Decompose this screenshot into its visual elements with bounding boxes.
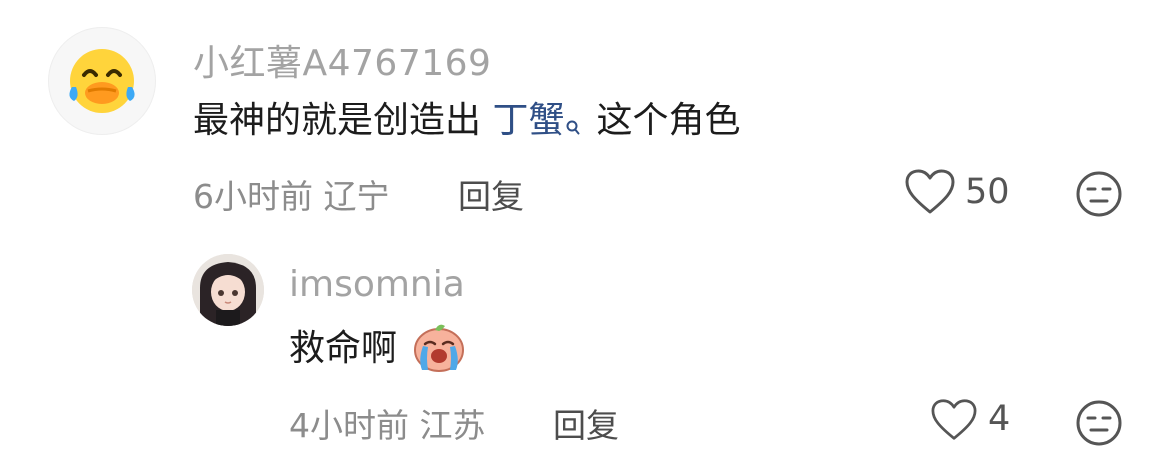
heart-icon[interactable] — [904, 168, 956, 216]
heart-icon[interactable] — [930, 398, 978, 442]
reply-button[interactable]: 回复 — [458, 170, 524, 218]
comment-time: 6小时前 — [193, 177, 313, 216]
crying-peach-sticker-icon — [408, 318, 470, 378]
comment-text-after: 这个角色 — [596, 100, 741, 141]
comment-meta: 6小时前 辽宁 — [193, 170, 390, 218]
unhappy-face-icon[interactable] — [1074, 398, 1124, 448]
comment-time: 4小时前 — [289, 406, 409, 445]
comment-location: 江苏 — [419, 406, 486, 445]
comment-text-before: 最神的就是创造出 — [193, 100, 482, 141]
comment-text: 救命啊 — [289, 328, 398, 369]
user-avatar[interactable] — [48, 27, 156, 135]
comment-text: 最神的就是创造出 丁蟹 这个角色 — [193, 99, 741, 147]
comment-location: 辽宁 — [323, 177, 390, 216]
anime-girl-avatar — [192, 254, 264, 326]
unhappy-face-icon[interactable] — [1074, 169, 1124, 219]
reply-button[interactable]: 回复 — [553, 399, 619, 447]
laughing-duck-emoji-icon — [69, 49, 135, 113]
comment-meta: 4小时前 江苏 — [289, 399, 486, 447]
search-icon — [566, 103, 580, 147]
search-keyword-link[interactable]: 丁蟹 — [492, 100, 564, 141]
user-avatar[interactable] — [192, 254, 264, 326]
comment-username[interactable]: 小红薯A4767169 — [193, 34, 491, 86]
like-count: 4 — [988, 399, 1011, 439]
comment-username[interactable]: imsomnia — [289, 264, 465, 305]
like-count: 50 — [965, 172, 1010, 212]
